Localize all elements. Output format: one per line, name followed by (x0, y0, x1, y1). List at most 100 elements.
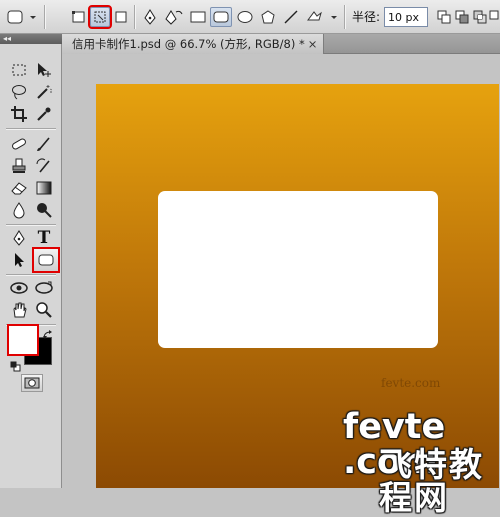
hand-tool[interactable] (8, 300, 30, 320)
crop-tool[interactable] (8, 104, 30, 124)
rounded-rectangle-icon (213, 11, 229, 23)
dodge-icon (37, 203, 52, 218)
watermark-chinese: 飞特教程网 (379, 445, 484, 517)
add-to-shape-area-button[interactable] (436, 7, 452, 27)
add-shape-area-icon (437, 10, 451, 24)
history-brush-tool[interactable] (33, 156, 55, 176)
foreground-color-swatch[interactable] (7, 324, 39, 356)
rectangle-shape-button[interactable] (188, 7, 208, 27)
rectangular-marquee-icon (12, 64, 26, 76)
default-colors-icon[interactable] (10, 357, 21, 372)
lasso-icon (12, 85, 26, 100)
paths-icon (94, 11, 106, 23)
custom-shape-button[interactable] (304, 7, 340, 27)
intersect-shape-area-button[interactable] (472, 7, 488, 27)
fill-pixels-button[interactable] (112, 7, 130, 27)
pen-icon (144, 9, 156, 25)
hand-icon (13, 302, 27, 318)
swap-colors-icon[interactable] (42, 326, 54, 339)
3d-orbit-tool[interactable] (33, 278, 55, 298)
rounded-rect-preset-icon (7, 10, 36, 24)
white-rounded-rectangle-shape[interactable] (158, 191, 438, 348)
magic-wand-tool[interactable] (33, 82, 55, 102)
ellipse-icon (237, 11, 253, 23)
document-tab[interactable]: 信用卡制作1.psd @ 66.7% (方形, RGB/8) * × (62, 34, 324, 54)
dodge-tool[interactable] (33, 200, 55, 220)
3d-rotate-icon (10, 282, 28, 294)
path-selection-tool[interactable] (8, 250, 30, 270)
marquee-tool[interactable] (8, 60, 30, 80)
blur-tool[interactable] (8, 200, 30, 220)
eraser-tool[interactable] (8, 178, 30, 198)
tools-panel: ◂◂ T (0, 34, 62, 488)
quick-mask-button[interactable] (21, 374, 43, 392)
rounded-rectangle-shape-button[interactable] (210, 7, 232, 27)
zoom-magnifier-icon (36, 302, 52, 318)
eyedropper-icon (37, 107, 51, 121)
history-brush-icon (36, 158, 50, 173)
polygon-shape-button[interactable] (258, 7, 278, 27)
pen-tool-button[interactable] (140, 7, 160, 27)
3d-rotate-tool[interactable] (8, 278, 30, 298)
exclude-overlap-icon (489, 10, 499, 20)
line-icon (284, 10, 298, 24)
type-tool[interactable]: T (33, 228, 55, 248)
tool-preset-picker[interactable] (4, 7, 40, 27)
shape-layers-icon (72, 11, 85, 23)
document-canvas[interactable]: fevte.com fevte .com 飞特教程网 (96, 84, 499, 514)
gradient-tool[interactable] (33, 178, 55, 198)
subtract-shape-area-button[interactable] (454, 7, 470, 27)
freeform-pen-icon (165, 10, 183, 25)
spot-healing-tool[interactable] (8, 134, 30, 154)
watermark-small: fevte.com (381, 376, 441, 390)
gradient-icon (36, 181, 52, 195)
lasso-tool[interactable] (8, 82, 30, 102)
separator (344, 5, 346, 29)
options-bar: 半径: (0, 0, 500, 34)
freeform-pen-button[interactable] (163, 7, 185, 27)
pen-icon (13, 230, 25, 246)
collapse-panel-icon[interactable]: ◂◂ (3, 34, 11, 43)
quick-mask-icon (24, 377, 40, 389)
subtract-shape-area-icon (455, 10, 469, 24)
clone-stamp-tool[interactable] (8, 156, 30, 176)
close-tab-icon[interactable]: × (308, 37, 318, 51)
magic-wand-icon (37, 85, 52, 99)
radius-label: 半径: (352, 10, 381, 24)
ellipse-shape-button[interactable] (235, 7, 255, 27)
crop-icon (11, 106, 27, 122)
radius-input[interactable] (384, 7, 428, 27)
move-icon (38, 63, 51, 77)
intersect-shape-area-icon (473, 10, 487, 24)
eraser-icon (11, 182, 27, 195)
shape-layers-button[interactable] (70, 7, 88, 27)
separator (6, 224, 56, 226)
brush-tool[interactable] (33, 134, 55, 154)
document-title: 信用卡制作1.psd @ 66.7% (方形, RGB/8) * (72, 37, 305, 51)
move-tool[interactable] (33, 60, 55, 80)
pen-tool[interactable] (8, 228, 30, 248)
fill-pixels-icon (115, 11, 127, 23)
rectangle-icon (190, 11, 206, 23)
zoom-tool[interactable] (33, 300, 55, 320)
line-shape-button[interactable] (281, 7, 301, 27)
path-selection-arrow-icon (15, 253, 24, 267)
rounded-rectangle-tool[interactable] (32, 247, 60, 273)
healing-brush-icon (12, 138, 26, 150)
3d-orbit-icon (35, 281, 53, 294)
type-tool-icon: T (37, 228, 51, 248)
tools-panel-header[interactable]: ◂◂ (0, 34, 62, 44)
rounded-rectangle-icon (38, 254, 54, 266)
clone-stamp-icon (12, 158, 26, 173)
polygon-icon (261, 10, 275, 24)
eyedropper-tool[interactable] (33, 104, 55, 124)
custom-shape-icon (307, 11, 337, 21)
separator (44, 5, 46, 29)
canvas-area[interactable]: fevte.com fevte .com 飞特教程网 (62, 54, 500, 514)
blur-drop-icon (13, 202, 25, 219)
brush-icon (37, 137, 50, 151)
paths-button[interactable] (88, 5, 112, 29)
exclude-overlap-button[interactable] (489, 7, 500, 27)
separator (6, 274, 56, 276)
document-tab-bar: 信用卡制作1.psd @ 66.7% (方形, RGB/8) * × (62, 34, 500, 54)
